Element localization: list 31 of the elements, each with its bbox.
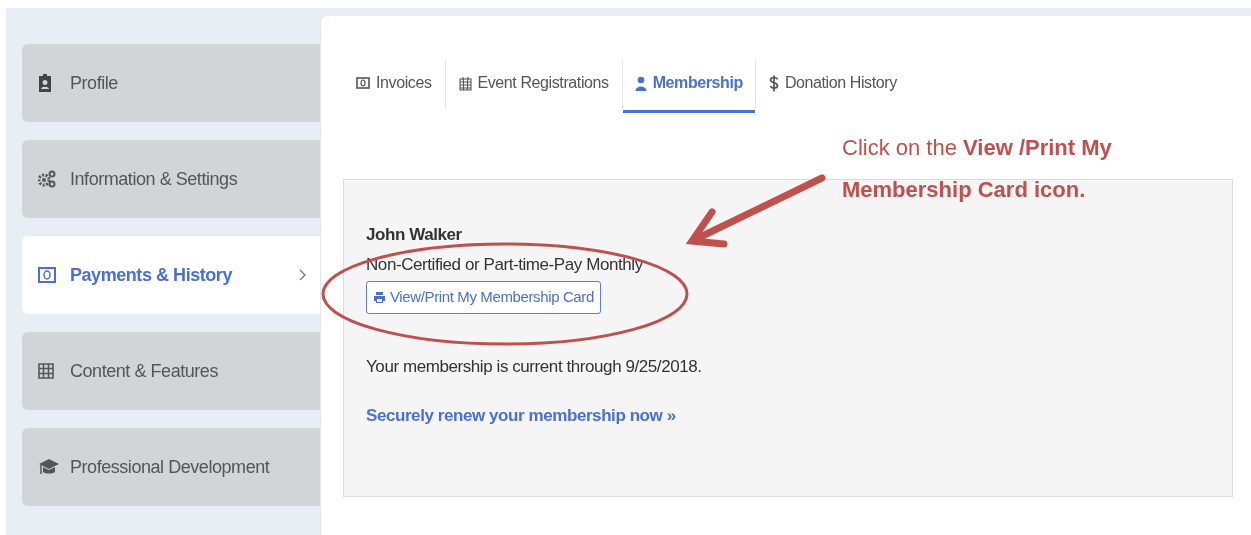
user-icon	[634, 75, 647, 91]
tab[interactable]: Membership	[622, 56, 755, 113]
tab[interactable]: Donation History	[755, 56, 910, 113]
dollar-icon	[768, 74, 779, 92]
sidebar-label: Profile	[70, 71, 119, 95]
money-icon	[356, 77, 370, 89]
sidebar-item[interactable]: Content & Features	[22, 332, 320, 410]
calendar-icon	[458, 75, 472, 91]
sidebar-label: Payments & History	[70, 263, 234, 287]
money-icon	[38, 267, 56, 283]
print-icon	[373, 290, 386, 304]
renew-link[interactable]: Securely renew your membership now »	[366, 403, 1232, 429]
tab[interactable]: Invoices	[343, 56, 445, 113]
id-badge-icon	[38, 74, 52, 92]
sidebar-item[interactable]: Payments & History	[22, 236, 320, 314]
member-name: John Walker	[366, 224, 463, 246]
tab[interactable]: Event Registrations	[445, 56, 622, 113]
sidebar-item[interactable]: Profile	[22, 44, 320, 122]
annotation-text: Click on the View /Print My Membership Card icon.	[842, 134, 1113, 204]
graduation-cap-icon	[38, 457, 60, 477]
sidebar-item[interactable]: Information & Settings	[22, 140, 320, 218]
gears-icon	[38, 170, 56, 188]
membership-status: Your membership is current through 9/25/2018.	[366, 355, 703, 378]
membership-plan: Non-Certified or Part-time-Pay Monthly	[366, 253, 644, 276]
sidebar-label: Content & Features	[70, 359, 219, 383]
sidebar-item[interactable]: Professional Development	[22, 428, 320, 506]
sidebar-label: Professional Development	[70, 455, 271, 479]
sidebar-label: Information & Settings	[70, 167, 239, 191]
table-icon	[38, 363, 54, 379]
print-card-button[interactable]: View/Print My Membership Card	[366, 281, 601, 314]
chevron-right-icon	[299, 269, 306, 281]
